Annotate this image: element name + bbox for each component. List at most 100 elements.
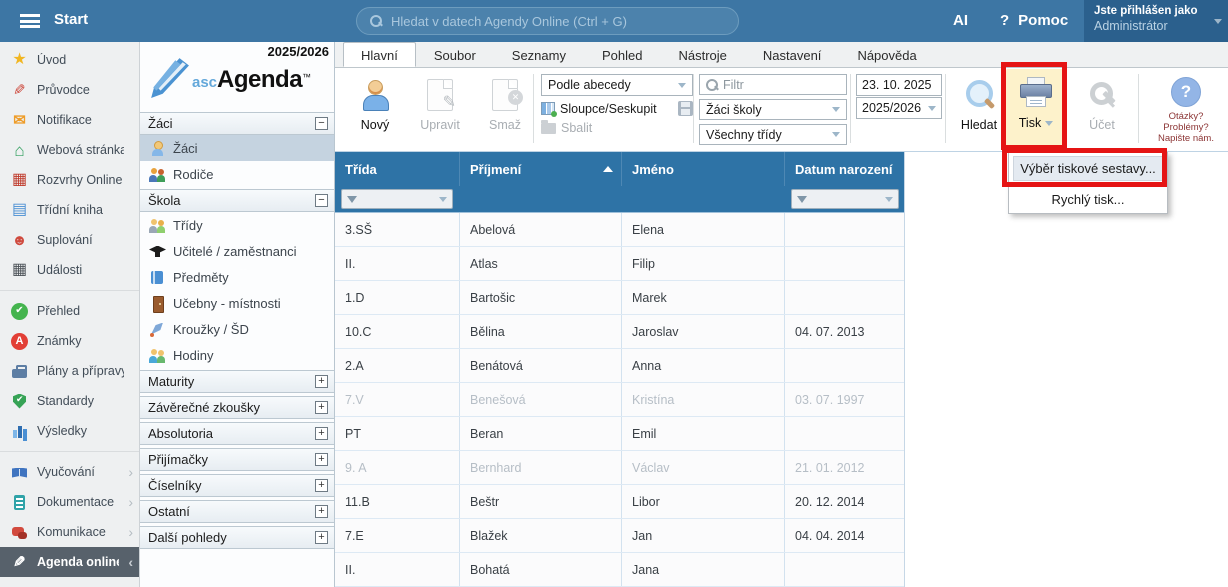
print-dropdown-arrow-icon[interactable] <box>1045 121 1053 126</box>
global-search[interactable] <box>356 7 739 35</box>
table-row[interactable]: II. Atlas Filip <box>335 247 904 281</box>
column-header-prijmeni[interactable]: Příjmení <box>460 152 622 186</box>
contact-support-button[interactable]: ? Otázky? Problémy? Napište nám. <box>1145 71 1227 149</box>
table-row[interactable]: II. Bohatá Jana <box>335 553 904 587</box>
menu-tab[interactable]: Soubor <box>416 42 494 67</box>
sidebar-item[interactable]: Notifikace <box>0 105 139 135</box>
sidebar-item[interactable]: Přehled <box>0 296 139 326</box>
columns-group-button[interactable]: Sloupce/Seskupit <box>541 101 693 116</box>
sidebar-item[interactable]: Dokumentace › <box>0 487 139 517</box>
classes-select[interactable]: Všechny třídy <box>699 124 847 145</box>
tree-row[interactable]: Ostatní + <box>140 500 334 523</box>
menu-tab[interactable]: Nastavení <box>745 42 840 67</box>
tree-row[interactable]: Přijímačky + <box>140 448 334 471</box>
column-header-jmeno[interactable]: Jméno <box>622 152 785 186</box>
sidebar-item[interactable]: Rozvrhy Online <box>0 165 139 195</box>
expand-collapse-box[interactable]: − <box>315 117 328 130</box>
expand-collapse-box[interactable]: + <box>315 375 328 388</box>
sidebar-item[interactable]: Známky <box>0 326 139 356</box>
sidebar-item[interactable]: Úvod <box>0 45 139 75</box>
menu-tab[interactable]: Seznamy <box>494 42 584 67</box>
date-input[interactable] <box>862 78 936 92</box>
table-row[interactable]: 10.C Bělina Jaroslav 04. 07. 2013 <box>335 315 904 349</box>
print-menu-item[interactable]: Výběr tiskové sestavy... <box>1013 156 1163 181</box>
edit-button[interactable]: Upravit <box>410 71 470 147</box>
hamburger-menu-icon[interactable] <box>20 14 40 28</box>
sort-order-select[interactable]: Podle abecedy <box>541 74 693 96</box>
sidebar-item[interactable]: Standardy <box>0 386 139 416</box>
filter-box[interactable] <box>699 74 847 95</box>
toolbar-divider <box>850 74 851 143</box>
filter-input[interactable] <box>723 78 840 92</box>
column-header-datum-narozeni[interactable]: Datum narození <box>785 152 905 186</box>
table-row[interactable]: 1.D Bartošic Marek <box>335 281 904 315</box>
sidebar-item[interactable]: Výsledky <box>0 416 139 446</box>
datum-filter-dropdown[interactable] <box>791 189 899 209</box>
tree-row[interactable]: Absolutoria + <box>140 422 334 445</box>
sidebar-item[interactable]: Vyučování › <box>0 457 139 487</box>
collapse-button[interactable]: Sbalit <box>541 121 693 135</box>
trida-filter-dropdown[interactable] <box>341 189 453 209</box>
tree-row[interactable]: Škola − <box>140 189 334 212</box>
menu-tab[interactable]: Hlavní <box>343 42 416 67</box>
account-menu[interactable]: Jste přihlášen jako Administrátor <box>1084 0 1228 42</box>
asc-agenda-logo[interactable]: asc Agenda ™ <box>148 56 311 94</box>
new-button[interactable]: Nový <box>345 71 405 147</box>
tree-row[interactable]: Závěrečné zkoušky + <box>140 396 334 419</box>
tree-row-label: Číselníky <box>148 478 315 493</box>
sidebar-item[interactable]: Agenda online ‹ <box>0 547 139 577</box>
tree-row[interactable]: Číselníky + <box>140 474 334 497</box>
sidebar-item[interactable]: Průvodce <box>0 75 139 105</box>
table-row[interactable]: 2.A Benátová Anna <box>335 349 904 383</box>
scope-select[interactable]: Žáci školy <box>699 99 847 120</box>
sidebar-item[interactable]: Třídní kniha <box>0 195 139 225</box>
account-button[interactable]: Účet <box>1072 71 1132 147</box>
global-search-input[interactable] <box>391 14 725 29</box>
tree-row[interactable]: Žáci − <box>140 112 334 135</box>
tree-row[interactable]: Žáci <box>140 135 334 161</box>
tree-row[interactable]: Rodiče <box>140 161 334 187</box>
tree-row[interactable]: Učebny - místnosti <box>140 290 334 316</box>
ai-button[interactable]: AI <box>953 12 968 29</box>
search-button[interactable]: Hledat <box>949 71 1009 147</box>
help-button[interactable]: ? Pomoc <box>1000 12 1068 29</box>
table-row[interactable]: 7.E Blažek Jan 04. 04. 2014 <box>335 519 904 553</box>
tree-row[interactable]: Kroužky / ŠD <box>140 316 334 342</box>
sidebar-item[interactable] <box>0 285 139 296</box>
tree-row[interactable]: Učitelé / zaměstnanci <box>140 238 334 264</box>
expand-collapse-box[interactable]: + <box>315 427 328 440</box>
column-header-trida[interactable]: Třída <box>335 152 460 186</box>
table-row[interactable]: 9. A Bernhard Václav 21. 01. 2012 <box>335 451 904 485</box>
sidebar-item[interactable]: Komunikace › <box>0 517 139 547</box>
sidebar-item[interactable]: Události <box>0 255 139 285</box>
table-row[interactable]: 3.SŠ Abelová Elena <box>335 213 904 247</box>
date-field[interactable] <box>856 74 942 96</box>
table-row[interactable]: PT Beran Emil <box>335 417 904 451</box>
school-year-select[interactable]: 2025/2026 <box>856 97 942 119</box>
tree-row[interactable]: Třídy <box>140 212 334 238</box>
delete-button[interactable]: Smaž <box>475 71 535 147</box>
print-menu-item[interactable]: Rychlý tisk... <box>1013 187 1163 212</box>
table-row[interactable]: 7.V Benešová Kristína 03. 07. 1997 <box>335 383 904 417</box>
expand-collapse-box[interactable]: + <box>315 453 328 466</box>
menu-tab[interactable]: Pohled <box>584 42 660 67</box>
sidebar-item[interactable]: Suplování <box>0 225 139 255</box>
tree-row[interactable]: Maturity + <box>140 370 334 393</box>
print-button[interactable]: Tisk <box>1006 69 1066 149</box>
start-button[interactable]: Start <box>54 11 88 28</box>
sidebar-item[interactable]: Webová stránka <box>0 135 139 165</box>
tree-row[interactable]: Další pohledy + <box>140 526 334 549</box>
tree-row[interactable]: Předměty <box>140 264 334 290</box>
expand-collapse-box[interactable]: + <box>315 505 328 518</box>
expand-collapse-box[interactable]: − <box>315 194 328 207</box>
menu-tab[interactable]: Nápověda <box>839 42 934 67</box>
expand-collapse-box[interactable]: + <box>315 401 328 414</box>
expand-collapse-box[interactable]: + <box>315 479 328 492</box>
menu-tab[interactable]: Nástroje <box>660 42 744 67</box>
sidebar-item[interactable]: Plány a přípravy <box>0 356 139 386</box>
sidebar-item[interactable] <box>0 446 139 457</box>
save-layout-icon[interactable] <box>678 101 693 116</box>
table-row[interactable]: 11.B Beštr Libor 20. 12. 2014 <box>335 485 904 519</box>
tree-row[interactable]: Hodiny <box>140 342 334 368</box>
expand-collapse-box[interactable]: + <box>315 531 328 544</box>
